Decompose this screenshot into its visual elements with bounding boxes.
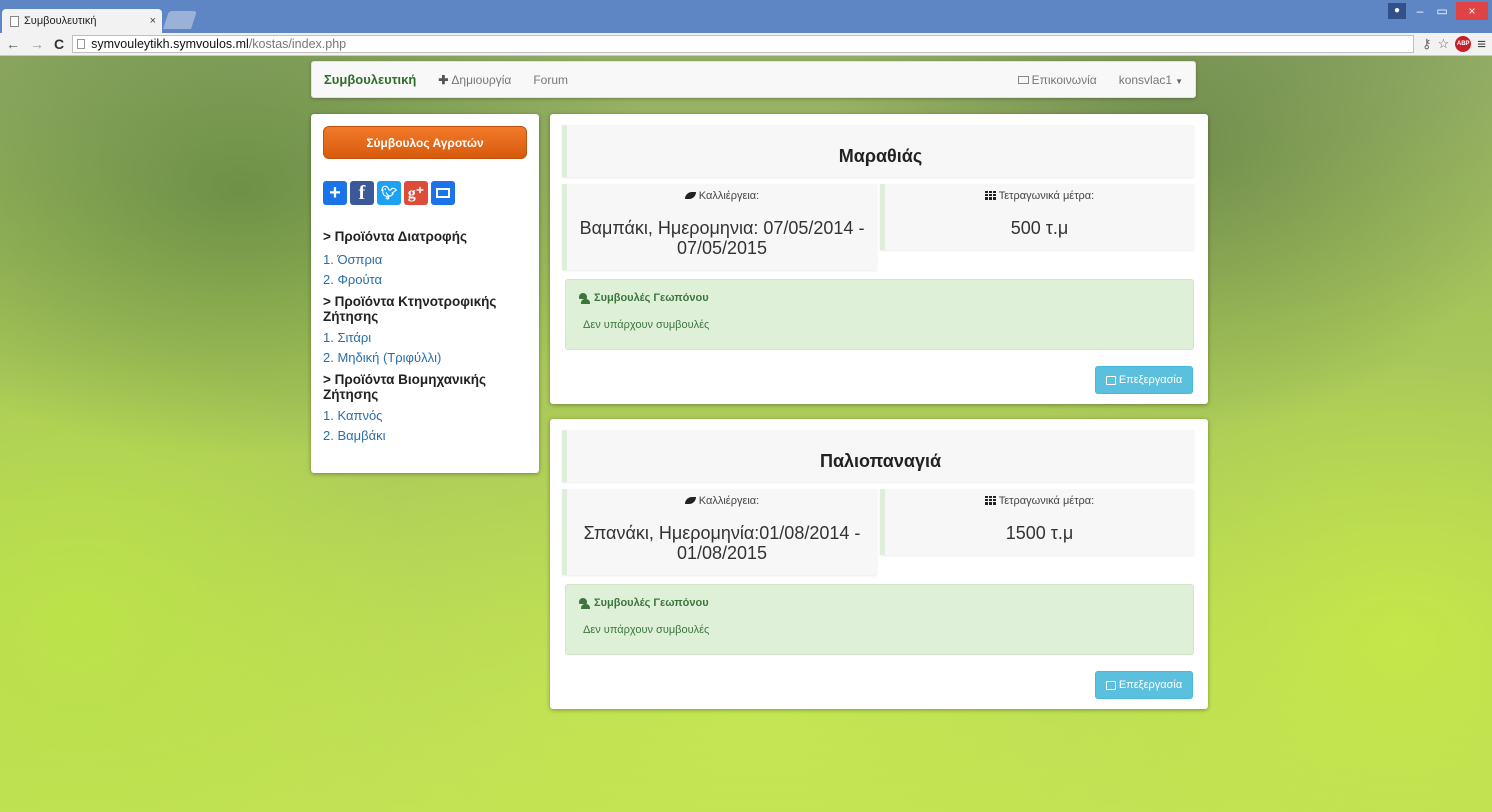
area-value: 500 τ.μ	[1010, 218, 1069, 238]
nav-contact-link[interactable]: Επικοινωνία	[1017, 72, 1097, 87]
tab-close-icon[interactable]: ×	[150, 15, 156, 27]
page-icon	[10, 15, 19, 27]
field-panel: Παλιοπαναγιά Καλλιέργεια: Σπανάκι, Ημερο…	[550, 419, 1208, 709]
toolbar-actions: ⚷ ☆ ABP ≡	[1422, 36, 1486, 53]
advice-title: Συμβουλές Γεωπόνου	[578, 597, 1181, 609]
crop-label: Καλλιέργεια:	[567, 495, 877, 507]
field-title-well: Μαραθιάς	[562, 125, 1194, 177]
nav-contact-label: Επικοινωνία	[1031, 72, 1097, 87]
edit-icon	[1105, 375, 1116, 385]
category-industrial: > Προϊόντα Βιομηχανικής Ζήτησης 1. Καπνό…	[323, 372, 527, 446]
sidebar: Σύμβουλος Αγροτών + f 🐦︎ g⁺ > Προϊόντα Δ…	[311, 114, 539, 473]
crop-well: Καλλιέργεια: Βαμπάκι, Ημερομηνια: 07/05/…	[562, 184, 877, 270]
caret-down-icon: ▼	[1175, 76, 1183, 86]
back-button[interactable]: ←	[6, 36, 20, 52]
restore-button[interactable]: ▭	[1434, 4, 1450, 18]
category-title: > Προϊόντα Βιομηχανικής Ζήτησης	[323, 372, 487, 402]
category-link[interactable]: 2. Μηδική (Τριφύλλι)	[323, 348, 527, 368]
browser-toolbar: ← → C symvouleytikh.symvoulos.ml /kostas…	[0, 33, 1492, 56]
brand-link[interactable]: Συμβουλευτική	[324, 72, 416, 87]
add-icon[interactable]: +	[323, 181, 347, 205]
nav-create-label: Δημιουργία	[451, 72, 512, 87]
mail-icon[interactable]	[431, 181, 455, 205]
browser-tab[interactable]: Συμβουλευτική ×	[2, 9, 162, 33]
field-panel: Μαραθιάς Καλλιέργεια: Βαμπάκι, Ημερομηνι…	[550, 114, 1208, 404]
page-icon	[77, 39, 86, 49]
area-label: Τετραγωνικά μέτρα:	[885, 495, 1194, 507]
agronomist-icon	[578, 292, 591, 304]
area-label: Τετραγωνικά μέτρα:	[885, 190, 1194, 202]
adblock-icon[interactable]: ABP	[1455, 36, 1472, 52]
address-bar[interactable]: symvouleytikh.symvoulos.ml /kostas/index…	[72, 35, 1415, 53]
advice-text: Δεν υπάρχουν συμβουλές	[583, 624, 710, 636]
advice-box: Συμβουλές Γεωπόνου Δεν υπάρχουν συμβουλέ…	[565, 584, 1194, 655]
area-value: 1500 τ.μ	[1005, 523, 1074, 543]
field-title-well: Παλιοπαναγιά	[562, 430, 1194, 482]
url-host: symvouleytikh.symvoulos.ml	[91, 37, 249, 51]
agronomist-icon	[578, 597, 591, 609]
twitter-icon[interactable]: 🐦︎	[377, 181, 401, 205]
crop-value: Βαμπάκι, Ημερομηνια: 07/05/2014 - 07/05/…	[579, 218, 865, 258]
window-controls: ● – ▭ ×	[1388, 2, 1488, 20]
key-icon[interactable]: ⚷	[1422, 36, 1432, 52]
new-tab-button[interactable]	[163, 11, 197, 29]
category-title: > Προϊόντα Διατροφής	[323, 229, 467, 244]
category-link[interactable]: 1. Όσπρια	[323, 250, 527, 270]
area-well: Τετραγωνικά μέτρα: 500 τ.μ	[880, 184, 1194, 250]
advice-text: Δεν υπάρχουν συμβουλές	[583, 319, 710, 331]
tab-title: Συμβουλευτική	[24, 15, 97, 27]
reload-button[interactable]: C	[54, 36, 64, 52]
window-close-button[interactable]: ×	[1456, 2, 1488, 20]
edit-button[interactable]: Επεξεργασία	[1095, 366, 1193, 394]
field-title: Παλιοπαναγιά	[819, 451, 942, 471]
leaf-icon	[684, 497, 696, 504]
leaf-icon	[684, 192, 696, 199]
user-name: konsvlac1	[1118, 72, 1173, 87]
category-livestock: > Προϊόντα Κτηνοτροφικής Ζήτησης 1. Σιτά…	[323, 294, 527, 368]
nav-create-link[interactable]: ✚ Δημιουργία	[438, 73, 511, 87]
advice-title: Συμβουλές Γεωπόνου	[578, 292, 1181, 304]
plus-icon: ✚	[438, 72, 449, 87]
site-navbar: Συμβουλευτική ✚ Δημιουργία Forum Επικοινω…	[311, 61, 1196, 98]
profile-icon[interactable]: ●	[1388, 3, 1406, 19]
edit-button[interactable]: Επεξεργασία	[1095, 671, 1193, 699]
minimize-button[interactable]: –	[1412, 4, 1428, 18]
crop-label: Καλλιέργεια:	[567, 190, 877, 202]
share-buttons: + f 🐦︎ g⁺	[323, 181, 527, 205]
advice-box: Συμβουλές Γεωπόνου Δεν υπάρχουν συμβουλέ…	[565, 279, 1194, 350]
envelope-icon	[1017, 75, 1029, 84]
google-plus-icon[interactable]: g⁺	[404, 181, 428, 205]
category-link[interactable]: 1. Καπνός	[323, 406, 527, 426]
category-link[interactable]: 2. Φρούτα	[323, 270, 527, 290]
farmer-advisor-button[interactable]: Σύμβουλος Αγροτών	[323, 126, 527, 159]
field-title: Μαραθιάς	[838, 146, 923, 166]
area-well: Τετραγωνικά μέτρα: 1500 τ.μ	[880, 489, 1194, 555]
facebook-icon[interactable]: f	[350, 181, 374, 205]
category-title: > Προϊόντα Κτηνοτροφικής Ζήτησης	[323, 294, 497, 324]
crop-value: Σπανάκι, Ημερομηνία:01/08/2014 - 01/08/2…	[583, 523, 861, 563]
bookmark-star-icon[interactable]: ☆	[1438, 36, 1450, 52]
browser-menu-icon[interactable]: ≡	[1477, 36, 1486, 53]
grid-icon	[984, 191, 996, 200]
edit-icon	[1105, 680, 1116, 690]
user-menu-dropdown[interactable]: konsvlac1 ▼	[1119, 73, 1183, 87]
nav-forum-link[interactable]: Forum	[533, 73, 568, 87]
browser-tab-strip: Συμβουλευτική × ● – ▭ ×	[0, 0, 1492, 33]
category-food: > Προϊόντα Διατροφής 1. Όσπρια 2. Φρούτα	[323, 229, 527, 290]
category-link[interactable]: 2. Βαμβάκι	[323, 426, 527, 446]
crop-well: Καλλιέργεια: Σπανάκι, Ημερομηνία:01/08/2…	[562, 489, 877, 575]
grid-icon	[984, 496, 996, 505]
category-link[interactable]: 1. Σιτάρι	[323, 328, 527, 348]
url-path: /kostas/index.php	[248, 37, 347, 51]
forward-button[interactable]: →	[30, 36, 44, 52]
